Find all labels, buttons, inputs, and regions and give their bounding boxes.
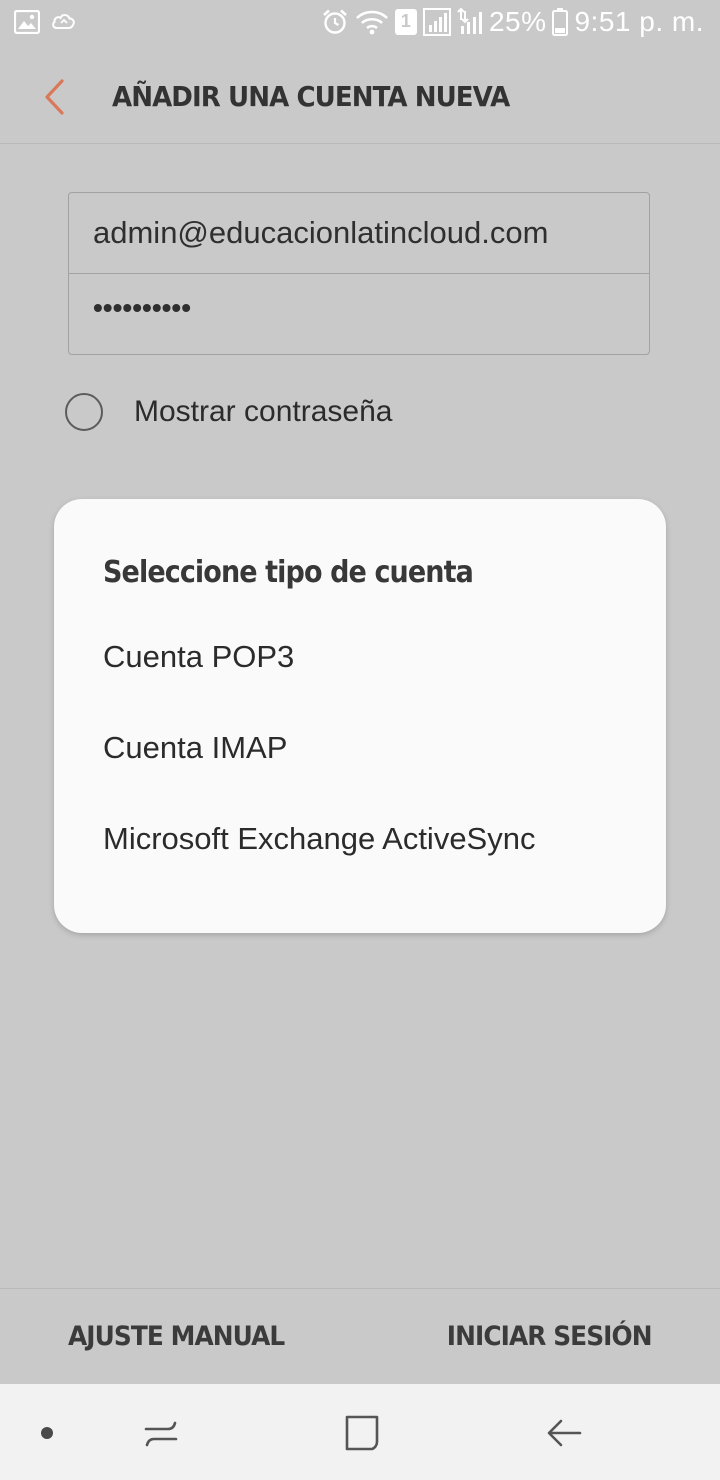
app-header: AÑADIR UNA CUENTA NUEVA (0, 50, 720, 144)
recents-icon[interactable] (140, 1412, 182, 1459)
password-value: •••••••••• (93, 292, 192, 323)
option-pop3[interactable]: Cuenta POP3 (54, 619, 666, 699)
dot-icon[interactable] (41, 1427, 53, 1439)
option-imap[interactable]: Cuenta IMAP (54, 710, 666, 790)
back-button[interactable] (30, 70, 80, 124)
page-title: AÑADIR UNA CUENTA NUEVA (112, 80, 510, 113)
cloud-sync-icon (50, 10, 78, 34)
status-time: 9:51 p. m. (574, 6, 704, 37)
status-bar: 1 25% 9:51 p. m. (0, 0, 720, 50)
status-right-icons: 1 25% 9:51 p. m. (321, 6, 704, 38)
signal-2-icon (457, 8, 483, 36)
manual-setup-button[interactable]: AJUSTE MANUAL (68, 1321, 285, 1352)
option-exchange[interactable]: Microsoft Exchange ActiveSync (54, 801, 666, 881)
option-label: Cuenta IMAP (103, 730, 288, 765)
account-type-dialog: Seleccione tipo de cuenta Cuenta POP3 Cu… (54, 499, 666, 933)
navigation-bar (0, 1384, 720, 1480)
home-icon[interactable] (342, 1412, 382, 1459)
status-left-icons (14, 10, 78, 34)
battery-percent: 25% (488, 6, 547, 37)
show-password-label: Mostrar contraseña (134, 395, 393, 428)
option-label: Microsoft Exchange ActiveSync (103, 821, 536, 856)
credentials-box: admin@educacionlatincloud.com •••••••••• (68, 192, 650, 355)
dialog-title: Seleccione tipo de cuenta (103, 555, 474, 590)
show-password-toggle[interactable]: Mostrar contraseña (64, 390, 464, 438)
signal-icon (422, 8, 451, 36)
option-label: Cuenta POP3 (103, 639, 295, 674)
sim-1-icon: 1 (394, 9, 417, 35)
battery-icon (552, 8, 569, 36)
sim-number: 1 (400, 11, 411, 31)
email-field[interactable]: admin@educacionlatincloud.com (69, 193, 649, 274)
email-value: admin@educacionlatincloud.com (93, 215, 549, 250)
chevron-left-icon (30, 79, 80, 128)
alarm-icon (321, 8, 349, 36)
password-field[interactable]: •••••••••• (69, 274, 649, 355)
wifi-icon (355, 8, 389, 36)
gallery-icon (14, 10, 40, 34)
show-password-radio[interactable] (65, 393, 103, 431)
sign-in-button[interactable]: INICIAR SESIÓN (447, 1321, 653, 1352)
back-nav-icon[interactable] (544, 1412, 584, 1459)
action-bar: AJUSTE MANUAL INICIAR SESIÓN (0, 1288, 720, 1385)
